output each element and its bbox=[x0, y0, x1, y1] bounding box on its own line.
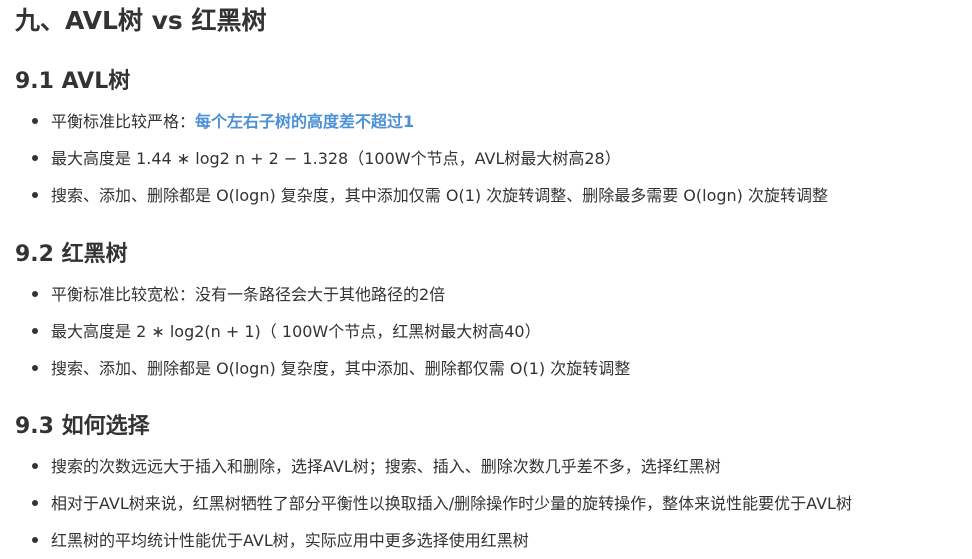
section-heading-9-2: 9.2 红黑树 bbox=[15, 242, 128, 267]
list-item: 平衡标准比较严格：每个左右子树的高度差不超过1 bbox=[32, 110, 414, 134]
bullet-icon bbox=[32, 364, 38, 371]
list-item: 搜索、添加、删除都是 O(logn) 复杂度，其中添加、删除都仅需 O(1) 次… bbox=[32, 357, 630, 381]
section-heading-9-3: 9.3 如何选择 bbox=[15, 414, 150, 439]
bullet-icon bbox=[32, 462, 38, 469]
list-item: 相对于AVL树来说，红黑树牺牲了部分平衡性以换取插入/删除操作时少量的旋转操作，… bbox=[32, 492, 852, 516]
list-item-text: 搜索的次数远远大于插入和删除，选择AVL树；搜索、插入、删除次数几乎差不多，选择… bbox=[51, 457, 721, 476]
highlight-text: 每个左右子树的高度差不超过1 bbox=[195, 112, 415, 131]
bullet-icon bbox=[32, 117, 38, 124]
bullet-icon bbox=[32, 290, 38, 297]
list-item-text: 搜索、添加、删除都是 O(logn) 复杂度，其中添加、删除都仅需 O(1) 次… bbox=[51, 359, 631, 378]
bullet-icon bbox=[32, 154, 38, 161]
list-item: 搜索的次数远远大于插入和删除，选择AVL树；搜索、插入、删除次数几乎差不多，选择… bbox=[32, 455, 721, 479]
article-content: 九、AVL树 vs 红黑树 9.1 AVL树 平衡标准比较严格：每个左右子树的高… bbox=[0, 0, 972, 559]
list-item-text: 平衡标准比较宽松：没有一条路径会大于其他路径的2倍 bbox=[51, 285, 446, 304]
list-item: 平衡标准比较宽松：没有一条路径会大于其他路径的2倍 bbox=[32, 283, 445, 307]
section-heading-9-1: 9.1 AVL树 bbox=[15, 69, 131, 94]
bullet-icon bbox=[32, 499, 38, 506]
list-item: 搜索、添加、删除都是 O(logn) 复杂度，其中添加仅需 O(1) 次旋转调整… bbox=[32, 184, 828, 208]
bullet-icon bbox=[32, 191, 38, 198]
page-title: 九、AVL树 vs 红黑树 bbox=[15, 6, 267, 35]
list-item: 红黑树的平均统计性能优于AVL树，实际应用中更多选择使用红黑树 bbox=[32, 529, 529, 553]
bullet-icon bbox=[32, 536, 38, 543]
list-item: 最大高度是 1.44 ∗ log2 n + 2 − 1.328（100W个节点，… bbox=[32, 147, 621, 171]
list-item-text: 相对于AVL树来说，红黑树牺牲了部分平衡性以换取插入/删除操作时少量的旋转操作，… bbox=[51, 494, 852, 513]
bullet-icon bbox=[32, 327, 38, 334]
list-item-text: 平衡标准比较严格： bbox=[51, 112, 196, 131]
list-item-text: 红黑树的平均统计性能优于AVL树，实际应用中更多选择使用红黑树 bbox=[51, 531, 529, 550]
list-item-text: 最大高度是 2 ∗ log2(n + 1)（ 100W个节点，红黑树最大树高40… bbox=[51, 322, 541, 341]
list-item: 最大高度是 2 ∗ log2(n + 1)（ 100W个节点，红黑树最大树高40… bbox=[32, 320, 541, 344]
list-item-text: 搜索、添加、删除都是 O(logn) 复杂度，其中添加仅需 O(1) 次旋转调整… bbox=[51, 186, 828, 205]
list-item-text: 最大高度是 1.44 ∗ log2 n + 2 − 1.328（100W个节点，… bbox=[51, 149, 621, 168]
